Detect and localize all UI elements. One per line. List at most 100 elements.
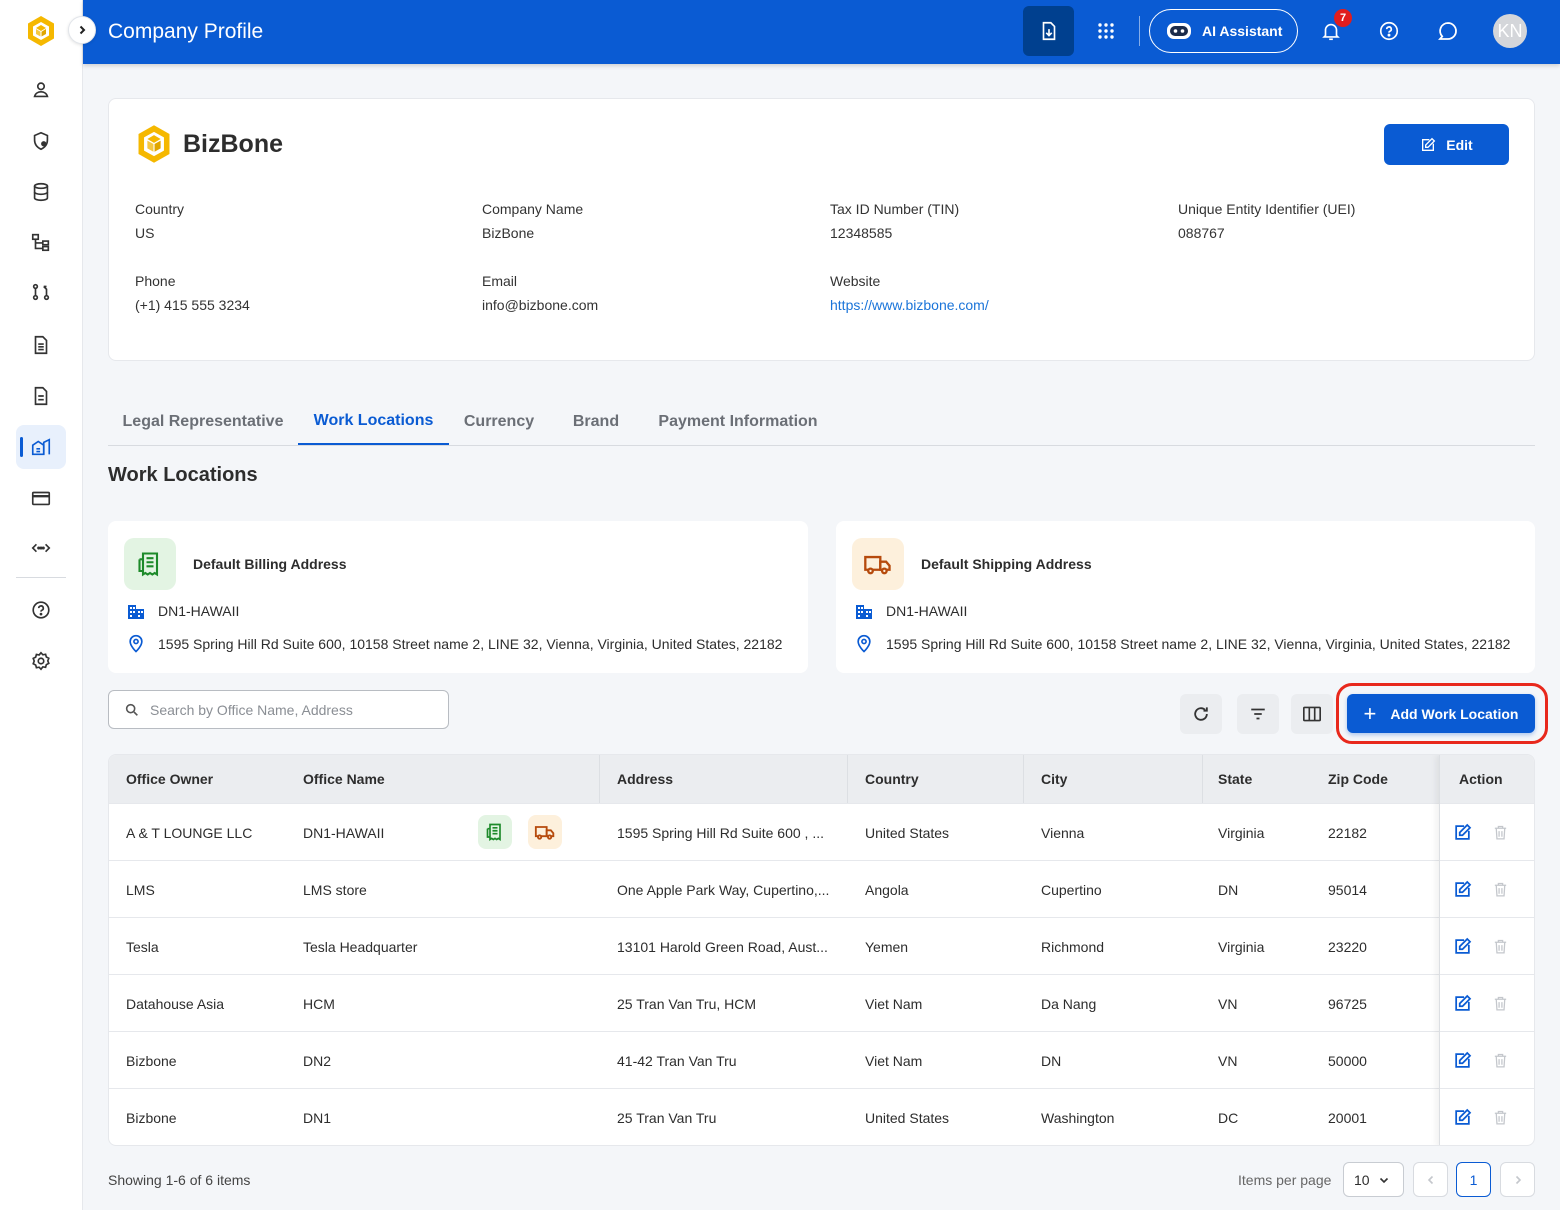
- column-header-office-name[interactable]: Office Name: [303, 755, 385, 803]
- page-button-current[interactable]: 1: [1456, 1162, 1491, 1197]
- sidebar-item-shield-user[interactable]: [16, 119, 66, 163]
- prev-page-button[interactable]: [1413, 1162, 1448, 1197]
- location-pin-icon: [129, 634, 143, 653]
- cell-address: One Apple Park Way, Cupertino,...: [617, 881, 830, 898]
- add-work-location-label: Add Work Location: [1390, 705, 1519, 722]
- cell-city: Washington: [1041, 1109, 1115, 1126]
- billing-address: 1595 Spring Hill Rd Suite 600, 10158 Str…: [158, 636, 783, 652]
- document-icon: [34, 335, 48, 355]
- cell-address: 25 Tran Van Tru: [617, 1109, 717, 1126]
- apps-menu-button[interactable]: [1089, 14, 1123, 48]
- sidebar-item-help[interactable]: [16, 588, 66, 632]
- next-page-button[interactable]: [1500, 1162, 1535, 1197]
- column-header-zip-code[interactable]: Zip Code: [1328, 755, 1388, 803]
- cell-state: DN: [1218, 881, 1239, 898]
- columns-button[interactable]: [1291, 694, 1333, 734]
- company-info-card: BizBone Edit Country US Company Name Biz…: [108, 98, 1535, 361]
- table-row[interactable]: Bizbone DN2 41-42 Tran Van Tru Viet Nam DN VN…: [109, 1031, 1534, 1088]
- shipping-address: 1595 Spring Hill Rd Suite 600, 10158 Str…: [886, 636, 1511, 652]
- tab-payment-information[interactable]: Payment Information: [643, 398, 833, 445]
- sidebar-collapse-button[interactable]: [68, 16, 96, 44]
- tab-legal-representative[interactable]: Legal Representative: [108, 398, 298, 445]
- cell-city: Richmond: [1041, 938, 1105, 955]
- user-avatar[interactable]: KN: [1493, 14, 1527, 48]
- search-input[interactable]: [150, 701, 430, 718]
- page-title: Company Profile: [108, 20, 264, 43]
- chat-bubble-icon: [1438, 22, 1457, 40]
- table-row[interactable]: A & T LOUNGE LLC DN1-HAWAII 1595 Spring Hi…: [109, 803, 1534, 860]
- sidebar-item-document-alt[interactable]: [16, 374, 66, 418]
- refresh-button[interactable]: [1180, 694, 1222, 734]
- edit-button[interactable]: Edit: [1384, 124, 1509, 165]
- table-row[interactable]: Bizbone DN1 25 Tran Van Tru United States Wa…: [109, 1088, 1534, 1145]
- building-icon: [128, 605, 144, 619]
- search-box[interactable]: [108, 690, 449, 729]
- shipping-title: Default Shipping Address: [921, 556, 1092, 572]
- cell-country: Viet Nam: [865, 1052, 923, 1069]
- billing-office-line: DN1-HAWAII: [126, 601, 239, 621]
- plus-icon: +: [1363, 700, 1377, 726]
- cell-address: 41-42 Tran Van Tru: [617, 1052, 737, 1069]
- cell-country: Viet Nam: [865, 995, 923, 1012]
- chat-button[interactable]: [1431, 14, 1465, 48]
- pagination-summary: Showing 1-6 of 6 items: [108, 1172, 251, 1188]
- column-separator: [847, 755, 848, 803]
- download-button[interactable]: [1023, 6, 1074, 56]
- cell-state: DC: [1218, 1109, 1239, 1126]
- company-brand-name: BizBone: [183, 129, 283, 158]
- field-value: (+1) 415 555 3234: [135, 297, 250, 313]
- column-header-office-owner[interactable]: Office Owner: [126, 755, 213, 803]
- notification-badge: 7: [1334, 9, 1352, 27]
- items-per-page-select[interactable]: 10: [1343, 1162, 1404, 1197]
- tab-brand[interactable]: Brand: [549, 398, 643, 445]
- cell-office-name: LMS store: [303, 881, 367, 898]
- ai-assistant-label: AI Assistant: [1202, 23, 1283, 39]
- tab-currency[interactable]: Currency: [449, 398, 549, 445]
- workflow-icon: [32, 283, 50, 301]
- column-header-country[interactable]: Country: [865, 755, 919, 803]
- sidebar-item-workflow[interactable]: [16, 270, 66, 314]
- cell-office-name: Tesla Headquarter: [303, 938, 418, 955]
- filter-icon: [1251, 708, 1265, 720]
- sidebar-item-company[interactable]: [16, 425, 66, 469]
- truck-icon: [534, 826, 555, 840]
- work-locations-table: Office Owner Office Name Address Country…: [108, 754, 1535, 1146]
- sidebar-item-org-chart[interactable]: [16, 220, 66, 264]
- section-title: Work Locations: [108, 464, 258, 486]
- field-email: Email info@bizbone.com: [482, 273, 598, 313]
- cell-office-name: DN1-HAWAII: [303, 824, 385, 841]
- sidebar-item-user[interactable]: [16, 68, 66, 112]
- sidebar-item-settings[interactable]: [16, 639, 66, 683]
- column-header-state[interactable]: State: [1218, 755, 1252, 803]
- add-work-location-button[interactable]: + Add Work Location: [1347, 694, 1535, 733]
- sidebar-item-database[interactable]: [16, 170, 66, 214]
- cell-country: Angola: [865, 881, 909, 898]
- table-row[interactable]: Tesla Tesla Headquarter 13101 Harold Green…: [109, 917, 1534, 974]
- cell-state: Virginia: [1218, 938, 1265, 955]
- table-row[interactable]: LMS LMS store One Apple Park Way, Cupertin…: [109, 860, 1534, 917]
- table-row[interactable]: Datahouse Asia HCM 25 Tran Van Tru, HCM Vie…: [109, 974, 1534, 1031]
- field-value: 12348585: [830, 225, 893, 241]
- truck-icon: [864, 555, 891, 575]
- column-header-city[interactable]: City: [1041, 755, 1067, 803]
- chevron-left-icon: [1427, 1175, 1433, 1184]
- cell-country: Yemen: [865, 938, 909, 955]
- column-header-address[interactable]: Address: [617, 755, 673, 803]
- tab-work-locations[interactable]: Work Locations: [298, 398, 449, 445]
- help-button[interactable]: [1372, 14, 1406, 48]
- bizbone-logo-icon[interactable]: [24, 14, 58, 48]
- integration-icon: [31, 543, 51, 553]
- default-billing-badge: [478, 815, 512, 849]
- cell-address: 13101 Harold Green Road, Aust...: [617, 938, 828, 955]
- sidebar-item-card[interactable]: [16, 476, 66, 520]
- website-link[interactable]: https://www.bizbone.com/: [830, 297, 989, 313]
- sidebar-item-integration[interactable]: [16, 526, 66, 570]
- location-pin-icon: [857, 634, 871, 653]
- filter-button[interactable]: [1237, 694, 1279, 734]
- sidebar-item-document[interactable]: [16, 323, 66, 367]
- field-tin: Tax ID Number (TIN) 12348585: [830, 201, 959, 241]
- ai-assistant-button[interactable]: AI Assistant: [1149, 9, 1298, 53]
- user-icon: [33, 82, 49, 98]
- sidebar: [0, 0, 83, 1210]
- cell-country: United States: [865, 824, 950, 841]
